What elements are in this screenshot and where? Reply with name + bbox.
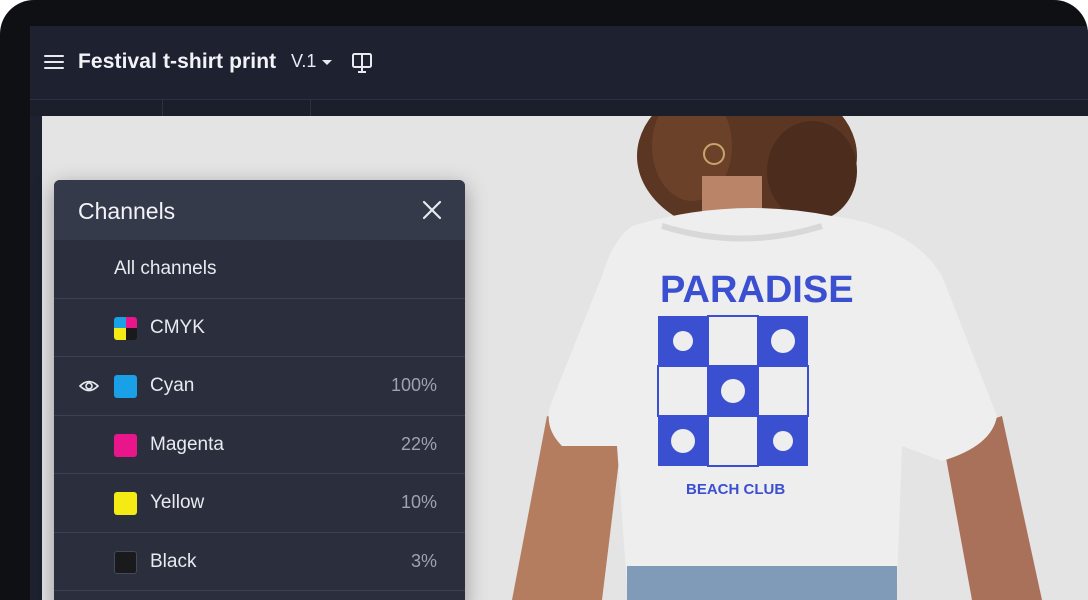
channel-row-magenta[interactable]: Magenta 22% (54, 416, 465, 474)
print-headline: PARADISE (660, 269, 854, 311)
toolbar-strip (30, 100, 1088, 116)
channel-percent: 22% (400, 433, 437, 454)
compare-view-icon[interactable] (350, 51, 374, 75)
document-title: Festival t-shirt print (78, 50, 277, 73)
channel-label: Cyan (150, 375, 195, 396)
chevron-down-icon (322, 60, 333, 65)
yellow-swatch (114, 492, 137, 515)
channel-row-yellow[interactable]: Yellow 10% (54, 474, 465, 533)
channel-label: All channels (114, 258, 217, 279)
cyan-swatch (114, 375, 137, 398)
channel-percent: 3% (410, 550, 437, 571)
version-dropdown[interactable]: V.1 (291, 51, 333, 72)
channel-row-black[interactable]: Black 3% (54, 533, 465, 591)
version-label: V.1 (291, 51, 317, 71)
channel-row-cyan[interactable]: Cyan 100% (54, 357, 465, 416)
channels-panel: Channels All channels CMYK Cyan 100% Mag… (54, 180, 465, 600)
channel-percent: 10% (400, 492, 437, 512)
magenta-swatch (114, 433, 137, 457)
channel-label: Magenta (150, 433, 224, 455)
channels-panel-header: Channels (54, 180, 465, 240)
menu-icon[interactable] (44, 55, 64, 71)
channel-label: CMYK (150, 316, 205, 338)
channels-panel-title: Channels (78, 198, 176, 224)
print-tagline: BEACH CLUB (686, 481, 785, 498)
black-swatch (114, 550, 137, 574)
cmyk-icon (114, 316, 137, 340)
channel-row-all[interactable]: All channels (54, 240, 465, 299)
channel-row-cmyk[interactable]: CMYK (54, 299, 465, 357)
print-icon-grid (657, 315, 809, 467)
eye-icon[interactable] (79, 378, 99, 394)
channel-label: Yellow (150, 492, 205, 513)
close-icon[interactable] (421, 199, 443, 221)
channel-label: Black (150, 550, 197, 572)
top-bar: Festival t-shirt print V.1 (30, 26, 1088, 100)
channel-percent: 100% (390, 375, 437, 395)
